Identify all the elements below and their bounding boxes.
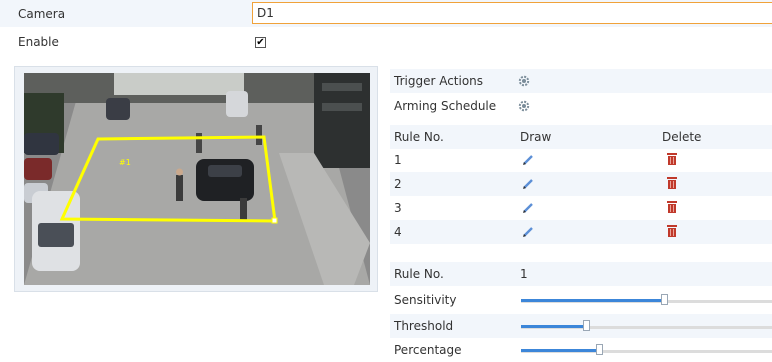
rule-number: 3 <box>394 201 402 215</box>
pencil-icon[interactable] <box>522 154 534 166</box>
threshold-row: Threshold <box>390 314 772 338</box>
header-draw: Draw <box>520 130 552 144</box>
threshold-slider-handle[interactable] <box>583 320 590 331</box>
header-rule-no: Rule No. <box>394 130 444 144</box>
rule-number: 1 <box>394 153 402 167</box>
percentage-label: Percentage <box>394 343 462 357</box>
trash-icon[interactable] <box>666 152 678 166</box>
rule-no-label: Rule No. <box>394 267 444 281</box>
trigger-actions-label: Trigger Actions <box>394 74 484 88</box>
table-row: 1 <box>390 148 772 172</box>
arming-schedule-label: Arming Schedule <box>394 99 497 113</box>
pencil-icon[interactable] <box>522 226 534 238</box>
rule-number: 4 <box>394 225 402 239</box>
arming-schedule-row[interactable]: Arming Schedule <box>390 94 772 118</box>
rules-table-header: Rule No. Draw Delete <box>390 125 772 149</box>
sensitivity-row: Sensitivity <box>390 288 772 312</box>
percentage-slider-fill <box>521 349 599 352</box>
table-row: 4 <box>390 220 772 244</box>
trash-icon[interactable] <box>666 176 678 190</box>
percentage-slider-handle[interactable] <box>596 344 603 355</box>
region-label: #1 <box>119 158 131 167</box>
gear-icon[interactable] <box>518 100 530 112</box>
rule-no-row: Rule No. 1 <box>390 262 772 286</box>
threshold-label: Threshold <box>394 319 454 333</box>
sensitivity-label: Sensitivity <box>394 293 457 307</box>
camera-preview-image[interactable]: #1 <box>24 73 370 285</box>
rule-no-value: 1 <box>520 267 528 281</box>
sensitivity-slider-handle[interactable] <box>661 294 668 305</box>
percentage-row: Percentage <box>390 338 772 362</box>
camera-select[interactable]: D1 <box>252 2 772 24</box>
table-row: 3 <box>390 196 772 220</box>
pencil-icon[interactable] <box>522 178 534 190</box>
gear-icon[interactable] <box>518 75 530 87</box>
header-delete: Delete <box>662 130 702 144</box>
enable-label: Enable <box>18 35 59 49</box>
threshold-slider-fill <box>521 325 586 328</box>
trash-icon[interactable] <box>666 224 678 238</box>
enable-checkbox[interactable]: ✔ <box>255 37 266 48</box>
camera-label: Camera <box>18 7 66 21</box>
trigger-actions-row[interactable]: Trigger Actions <box>390 69 772 93</box>
enable-row: Enable <box>0 27 772 54</box>
table-row: 2 <box>390 172 772 196</box>
sensitivity-slider-fill <box>521 299 664 302</box>
pencil-icon[interactable] <box>522 202 534 214</box>
camera-row: Camera D1 <box>0 0 772 27</box>
rule-number: 2 <box>394 177 402 191</box>
trash-icon[interactable] <box>666 200 678 214</box>
